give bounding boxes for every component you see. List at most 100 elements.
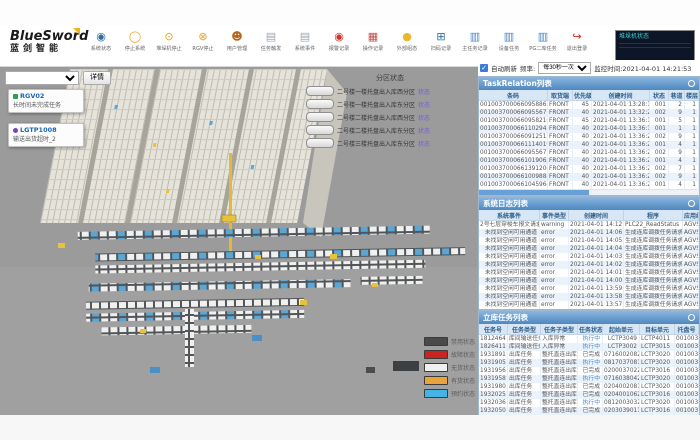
column-header[interactable]: 任务状态 — [578, 324, 603, 335]
column-header[interactable]: 任务类型 — [508, 324, 541, 335]
zone-status-link[interactable]: 状态 — [418, 113, 430, 122]
column-header[interactable]: 事件类型 — [540, 210, 569, 221]
device-alert-card[interactable]: RGV02 长时间未完成任务 — [8, 89, 84, 113]
table-row[interactable]: 1812464库间输送任务入库异常执行中LCTP3049LCTP40110010… — [479, 335, 699, 344]
column-header[interactable]: 托盘号 — [675, 324, 699, 335]
table-row[interactable]: 001003700066101906393FRONT402021-04-01 1… — [479, 157, 699, 165]
table-row[interactable]: 001003700066095821623FRONT452021-04-01 1… — [479, 117, 699, 125]
table-row[interactable]: 2号七层穿梭车报文请求 字节长度warning2021-04-01 14:12:… — [479, 221, 699, 230]
toolbar-stop-system[interactable]: ◯ 停止系统 — [118, 29, 152, 53]
toolbar-alarm-records[interactable]: ◉ 报警记录 — [322, 29, 356, 53]
panel-settings-icon[interactable] — [688, 80, 695, 87]
toolbar-task-trigger[interactable]: ▤ 任务触发 — [254, 29, 288, 53]
table-row[interactable]: 未找到空闲可用通道error2021-04-01 14:01:54生成连库调拨任… — [479, 269, 699, 277]
column-header[interactable]: 应用编号 — [683, 210, 699, 221]
table-cell: 已完成 — [578, 407, 603, 415]
table-cell: 2021-04-01 13:36:19 — [592, 125, 650, 133]
toolbar-external-config[interactable]: ● 外部组态 — [390, 29, 424, 53]
table-row[interactable]: 1931891出库任务整托直连出库已完成0716002082LCTP302000… — [479, 351, 699, 359]
column-header[interactable]: 取货端 — [548, 90, 573, 101]
table-row[interactable]: 001003700066095886219FRONT452021-04-01 1… — [479, 101, 699, 110]
column-header[interactable]: 程序 — [624, 210, 683, 221]
zone-status-link[interactable]: 状态 — [418, 87, 430, 96]
details-button[interactable]: 详情 — [83, 71, 111, 85]
table-row[interactable]: 001003700066091251233FRONT402021-04-01 1… — [479, 133, 699, 141]
scrollbar-thumb[interactable] — [479, 190, 589, 195]
zone-toggle-button[interactable] — [306, 138, 334, 148]
column-header[interactable]: 起始单元 — [603, 324, 640, 335]
table-row[interactable]: 1931958出库任务整托直连出库执行中0716038042LCTP302000… — [479, 375, 699, 383]
column-header[interactable]: 系统事件 — [479, 210, 540, 221]
toolbar-main-task-records[interactable]: ▥ 主任务记录 — [458, 29, 492, 53]
table-row[interactable]: 001003700066100988813FRONT402021-04-01 1… — [479, 173, 699, 181]
table-row[interactable]: 未找到空闲可用通道error2021-04-01 14:06:57生成连库调拨任… — [479, 229, 699, 237]
zone-toggle-button[interactable] — [306, 99, 334, 109]
user-management-icon: ☻ — [220, 29, 254, 44]
zone-toggle-button[interactable] — [306, 112, 334, 122]
column-header[interactable]: 状态 — [650, 90, 669, 101]
zone-status-link[interactable]: 状态 — [418, 139, 430, 148]
table-cell: 生成连库调拨任务请求失败 — [624, 245, 683, 253]
table-row[interactable]: 未找到空闲可用通道error2021-04-01 14:03:56生成连库调拨任… — [479, 253, 699, 261]
table-cell: 2021-04-01 13:58:50 — [569, 293, 624, 301]
column-header[interactable]: 创建时间 — [569, 210, 624, 221]
toolbar-system-events[interactable]: ▤ 系统事件 — [288, 29, 322, 53]
toolbar-system-status[interactable]: ◉ 系统状态 — [84, 29, 118, 53]
table-row[interactable]: 001003700066095567704FRONT402021-04-01 1… — [479, 149, 699, 157]
toolbar-stacker-stop[interactable]: ⊙ 堆垛机停止 — [152, 29, 186, 53]
table-row[interactable]: 1932025出库任务整托直连出库已完成0204001062LCTP301600… — [479, 391, 699, 399]
device-alert-card[interactable]: LGTP1008 输送出货超时_2 — [8, 123, 84, 147]
table-row[interactable]: 未找到空闲可用通道error2021-04-01 14:05:56生成连库调拨任… — [479, 237, 699, 245]
table-row[interactable]: 1932036出库任务整托直连出库执行中0812003032LCTP302000… — [479, 399, 699, 407]
table-row[interactable]: 1931905出库任务整托直连出库执行中0817037081LCTP302000… — [479, 359, 699, 367]
table-row[interactable]: 1931980出库任务整托直连出库已完成0204002081LCTP302000… — [479, 383, 699, 391]
table-row[interactable]: 001003700066139120051FRONT402021-04-01 1… — [479, 165, 699, 173]
column-header[interactable]: 条码 — [479, 90, 548, 101]
toolbar-logout[interactable]: ↪ 退出登录 — [560, 29, 594, 53]
table-row[interactable]: 001003700066104596436FRONT402021-04-01 1… — [479, 181, 699, 189]
table-row[interactable]: 1931956出库任务整托直连出库已完成0200037022LCTP301600… — [479, 367, 699, 375]
toolbar-operation-records[interactable]: ▦ 操作记录 — [356, 29, 390, 53]
toolbar-user-management[interactable]: ☻ 用户管理 — [220, 29, 254, 53]
toolbar-device-tasks[interactable]: ▥ 设备任务 — [492, 29, 526, 53]
auto-refresh-checkbox[interactable]: ✓ — [480, 64, 488, 72]
table-row[interactable]: 未找到空闲可用通道error2021-04-01 13:59:51生成连库调拨任… — [479, 285, 699, 293]
table-row[interactable]: 未找到空闲可用通道error2021-04-01 14:04:56生成连库调拨任… — [479, 245, 699, 253]
column-header[interactable]: 优先级 — [573, 90, 592, 101]
table-row[interactable]: 001003700066110294576FRONT402021-04-01 1… — [479, 125, 699, 133]
table-row[interactable]: 1932050出库任务整托直连出库已完成0203039011LCTP301600… — [479, 407, 699, 415]
column-header[interactable]: 楼层 — [685, 90, 699, 101]
table-cell: 2021-04-01 13:36:22 — [592, 165, 650, 173]
table-row[interactable]: 001003700066111401906FRONT402021-04-01 1… — [479, 141, 699, 149]
table-row[interactable]: 未找到空闲可用通道error2021-04-01 14:00:52生成连库调拨任… — [479, 277, 699, 285]
column-header[interactable]: 任务号 — [479, 324, 508, 335]
table-row[interactable]: 未找到空闲可用通道error2021-04-01 13:58:50生成连库调拨任… — [479, 293, 699, 301]
toolbar-pg-warehouse-tasks[interactable]: ▥ PG二库任务 — [526, 29, 560, 53]
frequency-select[interactable]: 每30秒一次 — [538, 62, 591, 74]
warehouse-3d-scene[interactable]: 详情 RGV02 长时间未完成任务 LGTP1008 输送出货超时_2 分区状态… — [0, 67, 478, 415]
device-filter-select[interactable] — [5, 71, 79, 85]
horizontal-scrollbar[interactable] — [479, 189, 699, 195]
panel-settings-icon[interactable] — [688, 314, 695, 321]
device-tasks-icon: ▥ — [492, 29, 526, 44]
table-row[interactable]: 未找到空闲可用通道error2021-04-01 13:57:49生成连库调拨任… — [479, 301, 699, 309]
zone-toggle-button[interactable] — [306, 86, 334, 96]
zone-status-link[interactable]: 状态 — [418, 126, 430, 135]
table-cell: 未找到空闲可用通道 — [479, 269, 540, 277]
toolbar-rgv-stop[interactable]: ⊗ RGV停止 — [186, 29, 220, 53]
table-row[interactable]: 未找到空闲可用通道error2021-04-01 14:02:55生成连库调拨任… — [479, 261, 699, 269]
toolbar-scan-records[interactable]: ⊞ 扫码记录 — [424, 29, 458, 53]
column-header[interactable]: 创建时间 — [592, 90, 650, 101]
table-row[interactable]: 1826411库间输送任务入库异常执行中LCTP3002LCTP30150010… — [479, 343, 699, 351]
zone-toggle-button[interactable] — [306, 125, 334, 135]
table-cell: 2021-04-01 13:59:51 — [569, 285, 624, 293]
column-header[interactable]: 巷道 — [669, 90, 685, 101]
panel-settings-icon[interactable] — [688, 200, 695, 207]
legend-row: 故障状态 — [424, 350, 475, 359]
column-header[interactable]: 任务子类型 — [541, 324, 578, 335]
table-cell: 执行中 — [578, 343, 603, 351]
table-cell: 入库异常 — [541, 343, 578, 351]
table-row[interactable]: 001003700066095567706FRONT402021-04-01 1… — [479, 109, 699, 117]
column-header[interactable]: 目标单元 — [640, 324, 675, 335]
zone-status-link[interactable]: 状态 — [418, 100, 430, 109]
